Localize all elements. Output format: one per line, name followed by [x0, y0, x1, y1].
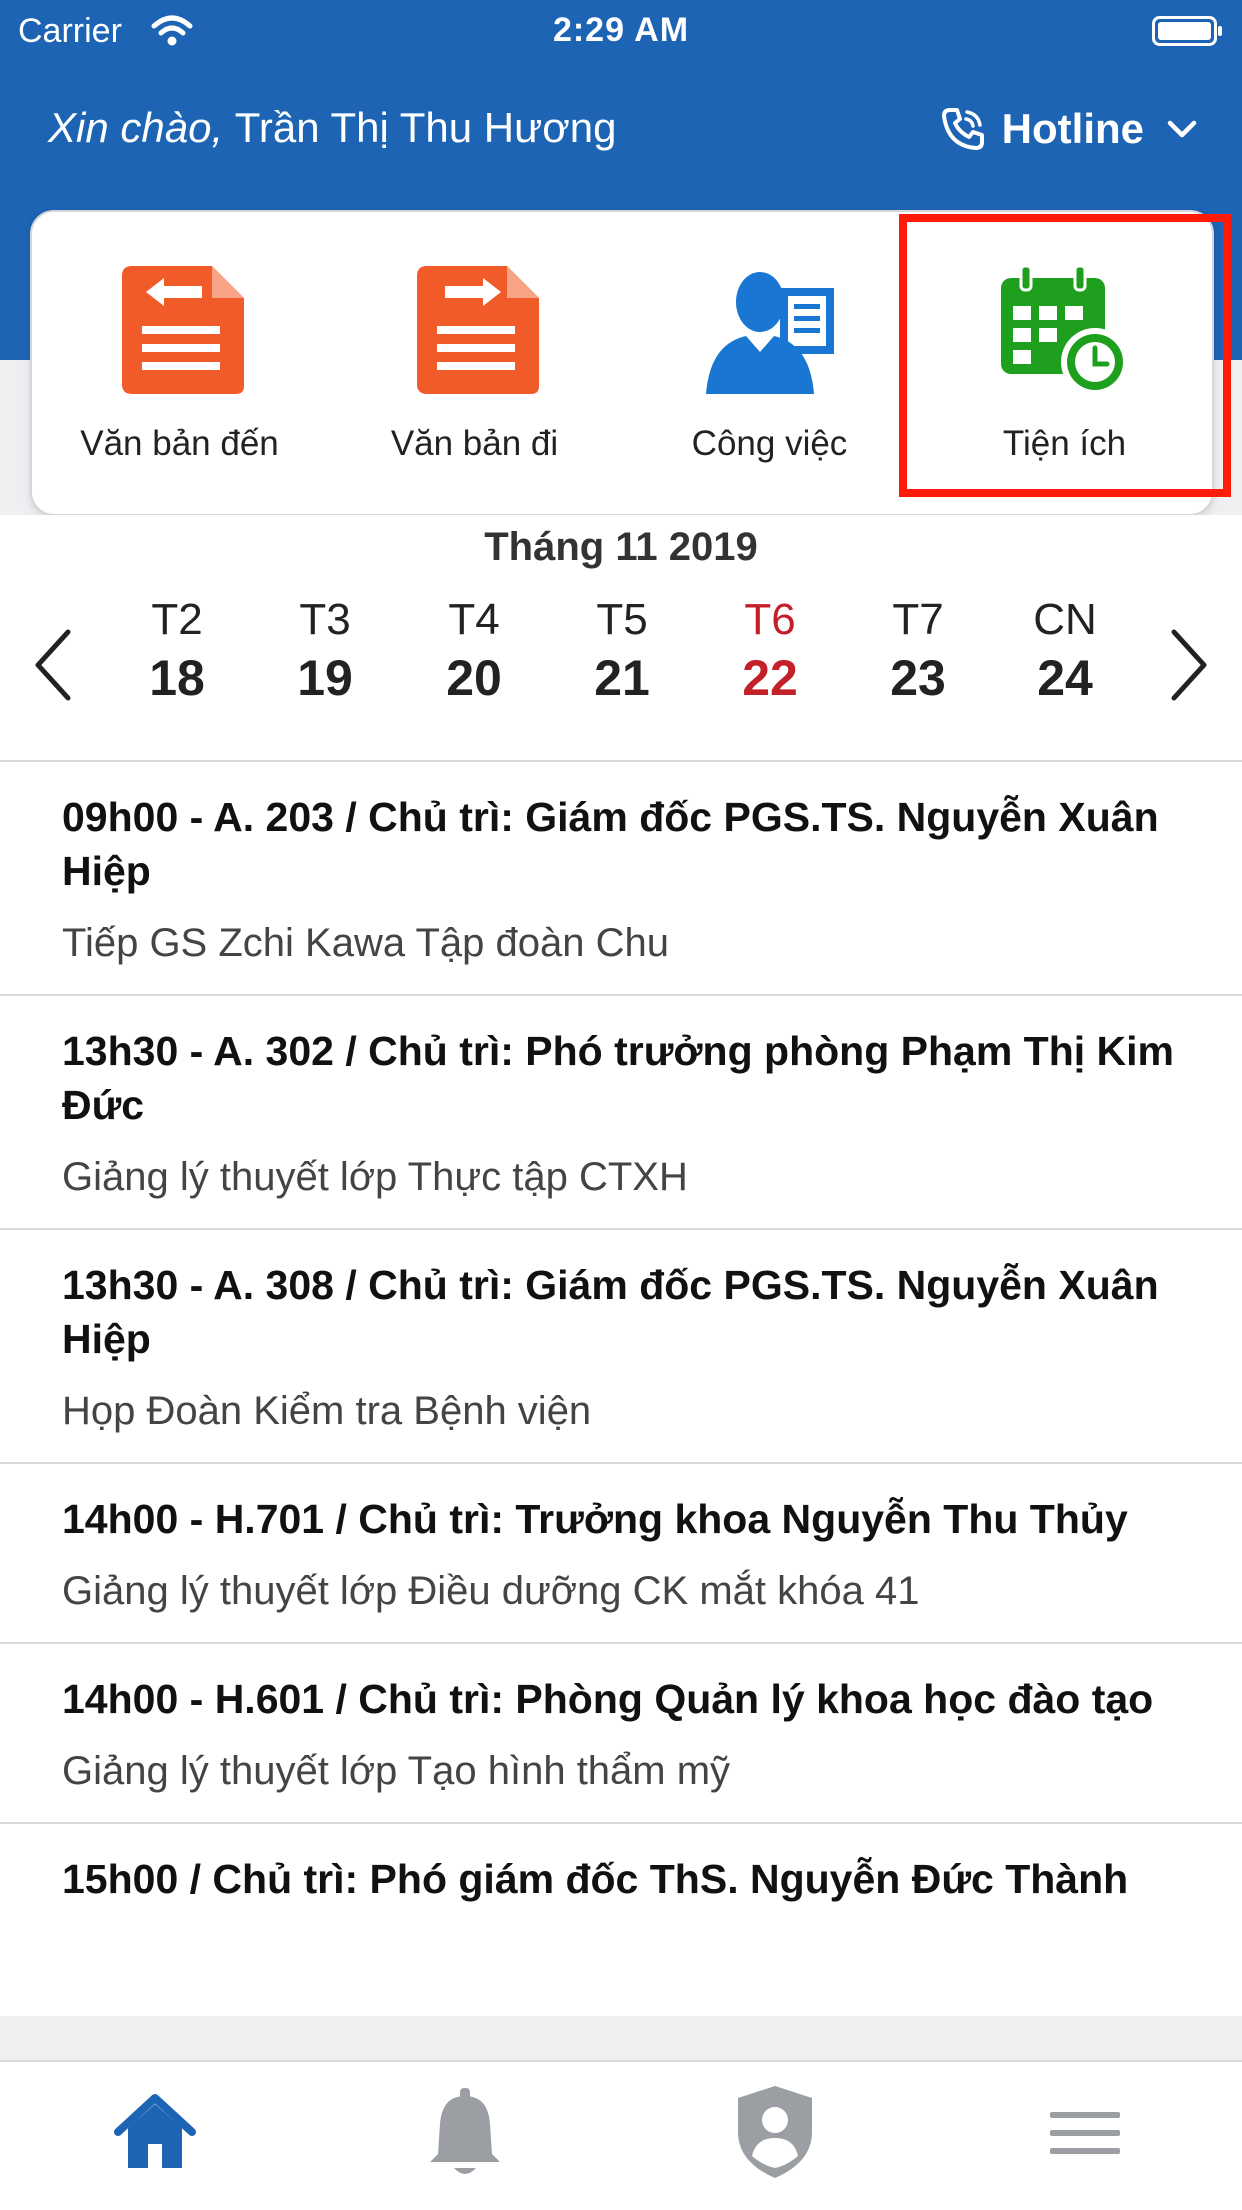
event-title: 13h30 - A. 308 / Chủ trì: Giám đốc PGS.T… [62, 1262, 1159, 1362]
event-item[interactable]: 13h30 - A. 302 / Chủ trì: Phó trưởng phò… [0, 996, 1242, 1230]
day-sun[interactable]: CN 24 [1005, 595, 1125, 707]
chevron-down-icon [1167, 120, 1197, 138]
event-list: 09h00 - A. 203 / Chủ trì: Giám đốc PGS.T… [0, 760, 1242, 2018]
event-item[interactable]: 15h00 / Chủ trì: Phó giám đốc ThS. Nguyễ… [0, 1824, 1242, 1932]
greeting-prefix: Xin chào, [48, 104, 224, 151]
event-item[interactable]: 09h00 - A. 203 / Chủ trì: Giám đốc PGS.T… [0, 762, 1242, 996]
month-title: Tháng 11 2019 [484, 525, 758, 569]
hotline-label: Hotline [1001, 105, 1144, 152]
event-description: Giảng lý thuyết lớp Tạo hình thẩm mỹ [62, 1749, 731, 1793]
day-name: CN [1033, 595, 1097, 644]
menu-label: Công việc [691, 424, 848, 463]
day-name: T4 [448, 595, 500, 644]
day-name: T6 [744, 595, 796, 644]
day-name: T3 [299, 595, 351, 644]
day-wed[interactable]: T4 20 [414, 595, 534, 707]
user-name: Trần Thị Thu Hương [234, 104, 617, 151]
status-bar: Carrier 2:29 AM [0, 0, 1242, 60]
event-title: 14h00 - H.701 / Chủ trì: Trưởng khoa Ngu… [62, 1496, 1128, 1542]
day-number: 18 [149, 650, 205, 706]
event-item[interactable]: 14h00 - H.601 / Chủ trì: Phòng Quản lý k… [0, 1644, 1242, 1824]
day-fri-selected[interactable]: T6 22 [710, 595, 830, 707]
shield-user-icon[interactable] [730, 2082, 820, 2182]
outgoing-document-icon [416, 266, 539, 394]
event-title: 15h00 / Chủ trì: Phó giám đốc ThS. Nguyễ… [62, 1856, 1129, 1902]
greeting: Xin chào, Trần Thị Thu Hương [48, 104, 617, 152]
day-number: 23 [890, 650, 946, 706]
day-number: 20 [446, 650, 502, 706]
day-number: 24 [1037, 650, 1093, 706]
event-title: 14h00 - H.601 / Chủ trì: Phòng Quản lý k… [62, 1676, 1154, 1722]
bell-icon[interactable] [420, 2082, 510, 2182]
day-name: T7 [892, 595, 944, 644]
day-name: T5 [596, 595, 648, 644]
phone-call-icon [941, 108, 984, 150]
menu-incoming-documents[interactable]: Văn bản đến [32, 212, 327, 514]
day-thu[interactable]: T5 21 [562, 595, 682, 707]
battery-icon [1152, 16, 1222, 46]
incoming-document-icon [121, 266, 244, 394]
event-description: Giảng lý thuyết lớp Điều dưỡng CK mắt kh… [62, 1569, 920, 1613]
day-sat[interactable]: T7 23 [858, 595, 978, 707]
day-tue[interactable]: T3 19 [265, 595, 385, 707]
day-number: 21 [594, 650, 650, 706]
day-number: 19 [297, 650, 353, 706]
event-item[interactable]: 14h00 - H.701 / Chủ trì: Trưởng khoa Ngu… [0, 1464, 1242, 1644]
menu-icon[interactable] [1040, 2082, 1130, 2182]
menu-label: Văn bản đi [390, 424, 559, 463]
chevron-right-icon[interactable] [1164, 620, 1214, 710]
week-calendar: Tháng 11 2019 T2 18 T3 19 T4 20 T5 21 T6… [0, 515, 1242, 761]
event-description: Họp Đoàn Kiểm tra Bệnh viện [62, 1389, 592, 1433]
menu-label: Văn bản đến [80, 424, 279, 463]
menu-outgoing-documents[interactable]: Văn bản đi [327, 212, 622, 514]
home-icon[interactable] [110, 2082, 200, 2182]
day-name: T2 [151, 595, 203, 644]
highlight-box [899, 214, 1231, 497]
event-title: 13h30 - A. 302 / Chủ trì: Phó trưởng phò… [62, 1028, 1175, 1128]
status-time: 2:29 AM [552, 11, 690, 49]
chevron-left-icon[interactable] [28, 620, 78, 710]
hotline-button[interactable]: Hotline [938, 104, 1202, 154]
menu-tasks[interactable]: Công việc [622, 212, 917, 514]
day-number: 22 [742, 650, 798, 706]
event-description: Giảng lý thuyết lớp Thực tập CTXH [62, 1155, 688, 1199]
event-description: Tiếp GS Zchi Kawa Tập đoàn Chu [62, 921, 669, 965]
work-person-icon [705, 272, 834, 394]
event-item[interactable]: 13h30 - A. 308 / Chủ trì: Giám đốc PGS.T… [0, 1230, 1242, 1464]
event-title: 09h00 - A. 203 / Chủ trì: Giám đốc PGS.T… [62, 794, 1159, 894]
tab-bar [0, 2060, 1242, 2210]
list-bottom-band [0, 2016, 1242, 2060]
day-mon[interactable]: T2 18 [117, 595, 237, 707]
